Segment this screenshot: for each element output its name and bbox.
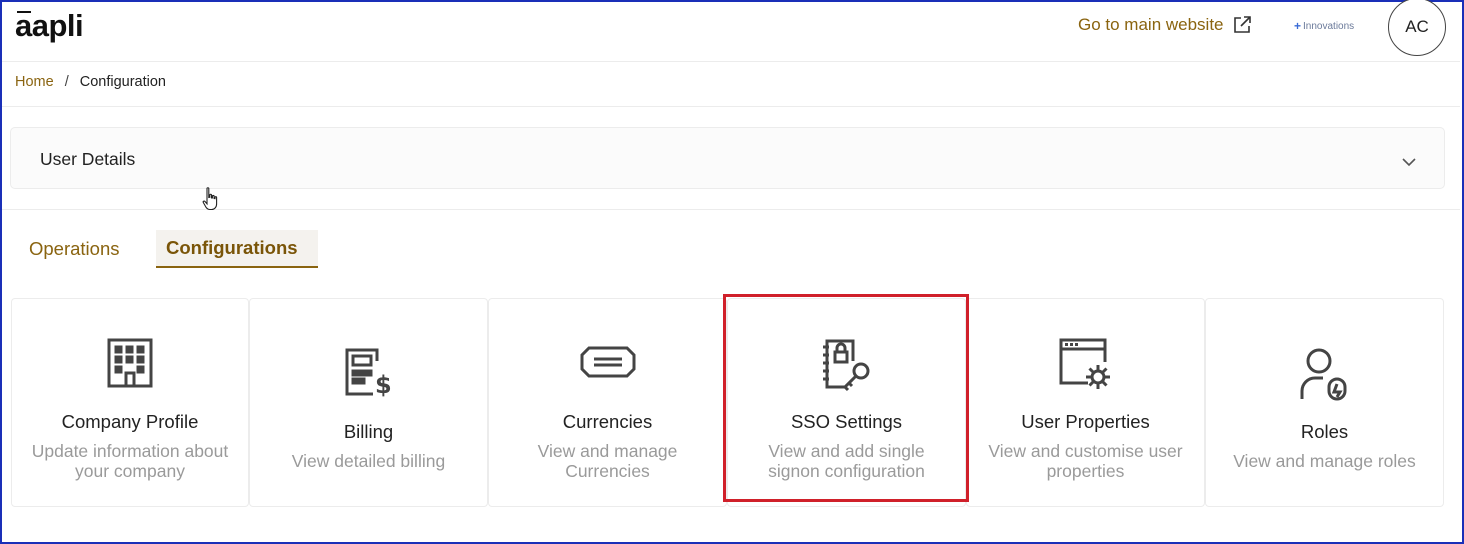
user-properties-desc-line2: properties <box>1046 461 1125 481</box>
currency-note-icon <box>579 345 637 379</box>
sso-settings-desc-line2: signon configuration <box>768 461 925 481</box>
external-link-icon <box>1233 16 1251 33</box>
currencies-title: Currencies <box>562 411 653 432</box>
tab-configurations[interactable]: Configurations <box>156 230 318 268</box>
window-gear-icon <box>1058 337 1114 393</box>
top-header: aapli Go to main website + Innovations A… <box>2 0 1460 62</box>
tab-operations-label: Operations <box>29 238 120 259</box>
user-properties-desc: View and customise user properties <box>977 441 1194 481</box>
breadcrumb-home-link[interactable]: Home <box>15 74 54 90</box>
aapli-logo[interactable]: aapli <box>15 8 84 44</box>
configuration-cards: Company Profile Update information about… <box>11 298 1444 507</box>
sso-key-icon <box>819 337 875 393</box>
user-properties-title: User Properties <box>1021 411 1150 432</box>
user-avatar[interactable]: AC <box>1388 0 1446 56</box>
tab-configurations-label: Configurations <box>166 237 298 258</box>
breadcrumb-separator: / <box>64 74 69 90</box>
roles-desc: View and manage roles <box>1216 451 1433 471</box>
plus-icon: + <box>1294 19 1302 33</box>
roles-title: Roles <box>1300 421 1349 442</box>
user-properties-card[interactable]: User Properties View and customise user … <box>966 298 1205 507</box>
sso-settings-title: SSO Settings <box>790 411 903 432</box>
building-icon <box>106 337 154 389</box>
roles-desc-line1: View and manage roles <box>1233 451 1416 471</box>
billing-desc-line1: View detailed billing <box>291 451 446 471</box>
billing-icon: $ <box>344 347 394 397</box>
user-role-icon <box>1299 347 1351 401</box>
user-details-accordion[interactable]: User Details <box>10 127 1445 189</box>
go-to-main-website-label: Go to main website <box>1078 15 1224 34</box>
breadcrumb: Home / Configuration <box>15 74 166 90</box>
billing-desc: View detailed billing <box>260 451 477 471</box>
currencies-desc-line2: Currencies <box>565 461 650 481</box>
logo-macron <box>17 11 31 13</box>
breadcrumb-current: Configuration <box>79 74 166 90</box>
svg-text:$: $ <box>375 371 392 397</box>
sso-settings-desc: View and add single signon configuration <box>738 441 955 481</box>
company-profile-desc-line1: Update information about <box>31 441 229 461</box>
innovations-badge[interactable]: + Innovations <box>1294 19 1354 33</box>
tab-operations[interactable]: Operations <box>29 230 120 268</box>
company-profile-title: Company Profile <box>61 411 199 432</box>
user-details-title: User Details <box>40 149 136 169</box>
company-profile-desc-line2: your company <box>75 461 185 481</box>
hand-cursor-icon <box>202 187 218 211</box>
currencies-desc-line1: View and manage <box>537 441 678 461</box>
innovations-label: Innovations <box>1303 20 1355 32</box>
roles-card[interactable]: Roles View and manage roles <box>1205 298 1444 507</box>
user-properties-desc-line1: View and customise user <box>988 441 1183 461</box>
sso-settings-desc-line1: View and add single <box>768 441 925 461</box>
avatar-initials: AC <box>1405 17 1429 36</box>
currencies-desc: View and manage Currencies <box>499 441 716 481</box>
sso-settings-card[interactable]: SSO Settings View and add single signon … <box>727 298 966 507</box>
billing-card[interactable]: $ Billing View detailed billing <box>249 298 488 507</box>
breadcrumb-divider <box>2 106 1460 107</box>
go-to-main-website-link[interactable]: Go to main website <box>1078 15 1252 35</box>
company-profile-card[interactable]: Company Profile Update information about… <box>11 298 249 507</box>
logo-text: aapli <box>15 8 84 43</box>
chevron-down-icon <box>1402 158 1416 167</box>
company-profile-desc: Update information about your company <box>22 441 238 481</box>
billing-title: Billing <box>343 421 394 442</box>
currencies-card[interactable]: Currencies View and manage Currencies <box>488 298 727 507</box>
